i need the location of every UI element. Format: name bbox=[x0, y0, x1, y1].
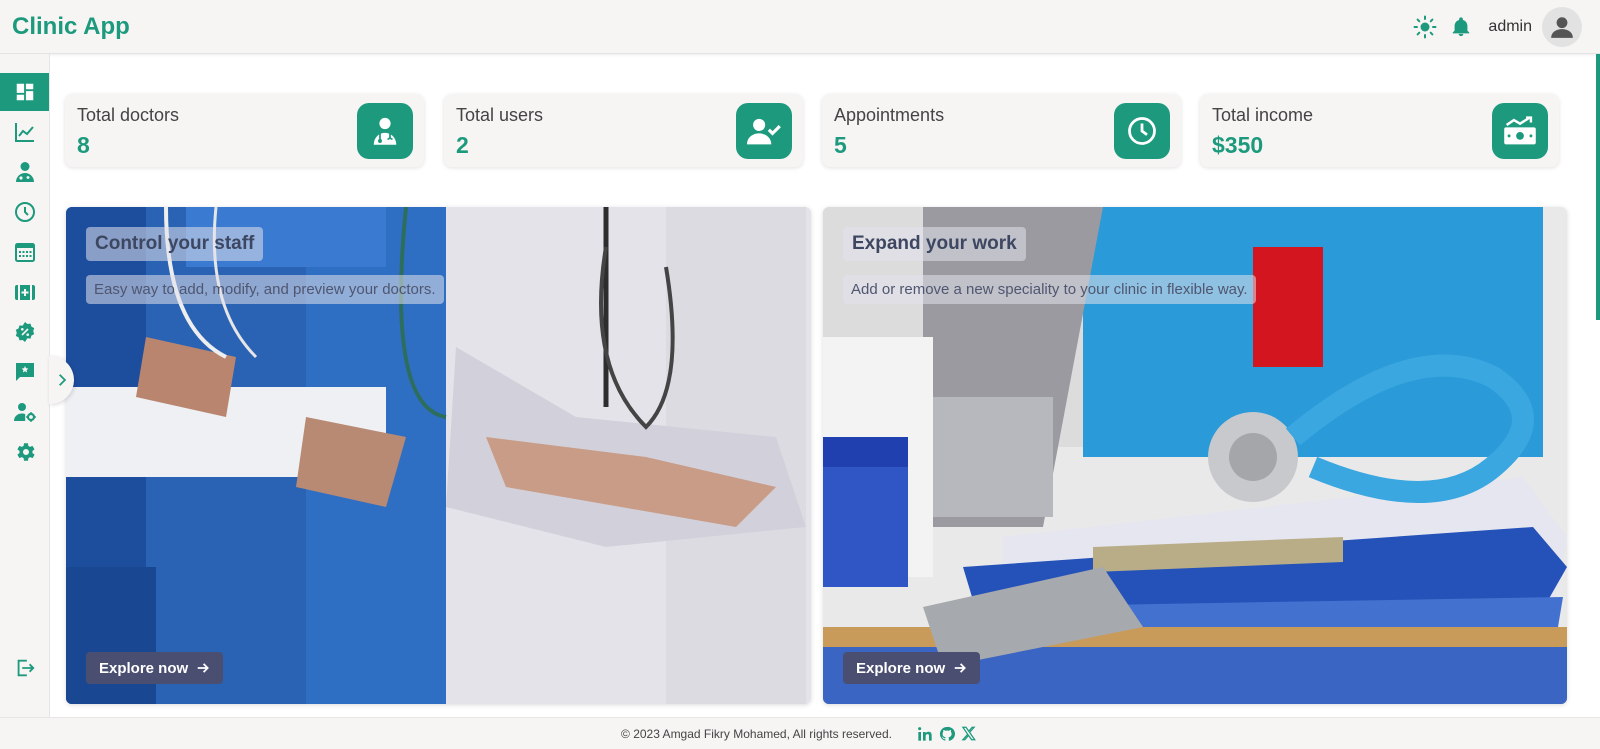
chart-line-icon bbox=[14, 123, 34, 142]
explore-button[interactable]: Explore now bbox=[843, 652, 981, 684]
stat-card-income: Total income $350 bbox=[1200, 94, 1559, 167]
clock-icon bbox=[14, 202, 35, 222]
stat-value: 8 bbox=[77, 132, 90, 158]
sidebar-item-discounts[interactable] bbox=[0, 313, 49, 351]
stat-value: 5 bbox=[834, 132, 847, 158]
money-growth-icon bbox=[1492, 103, 1548, 159]
stat-label: Appointments bbox=[834, 105, 945, 125]
github-icon[interactable] bbox=[939, 726, 955, 742]
explore-button-label: Explore now bbox=[99, 659, 189, 677]
footer: © 2023 Amgad Fikry Mohamed, All rights r… bbox=[0, 717, 1600, 749]
explore-button[interactable]: Explore now bbox=[86, 652, 224, 684]
user-settings-icon bbox=[13, 403, 36, 422]
bell-icon[interactable] bbox=[1448, 14, 1474, 40]
top-bar: Clinic App admin bbox=[0, 0, 1600, 54]
app-title[interactable]: Clinic App bbox=[12, 13, 130, 41]
linkedin-icon[interactable] bbox=[917, 726, 933, 742]
scrollbar[interactable] bbox=[1596, 54, 1600, 320]
banner-subtitle: Add or remove a new speciality to your c… bbox=[843, 275, 1256, 304]
clock-icon bbox=[1114, 103, 1170, 159]
stat-label: Total doctors bbox=[77, 105, 180, 125]
gear-icon bbox=[16, 443, 35, 461]
sidebar-item-statistics[interactable] bbox=[0, 113, 49, 151]
banner-title: Control your staff bbox=[86, 227, 264, 261]
banner-work: Expand your work Add or remove a new spe… bbox=[823, 207, 1567, 704]
stat-card-doctors: Total doctors 8 bbox=[65, 94, 424, 167]
avatar[interactable] bbox=[1542, 7, 1582, 47]
explore-button-label: Explore now bbox=[856, 659, 946, 677]
sidebar-item-calendar[interactable] bbox=[0, 233, 49, 271]
banner-staff: Control your staff Easy way to add, modi… bbox=[66, 207, 811, 704]
medical-kit-icon bbox=[14, 285, 35, 300]
sidebar-item-specialities[interactable] bbox=[0, 273, 49, 311]
user-check-icon bbox=[736, 103, 792, 159]
sidebar-item-feedback[interactable] bbox=[0, 353, 49, 391]
chevron-right-icon bbox=[58, 374, 66, 386]
feedback-icon bbox=[15, 363, 34, 381]
sidebar bbox=[0, 54, 50, 717]
sidebar-item-appointments[interactable] bbox=[0, 193, 49, 231]
stat-label: Total users bbox=[456, 105, 544, 125]
stat-card-users: Total users 2 bbox=[444, 94, 803, 167]
sidebar-item-logout[interactable] bbox=[0, 649, 49, 687]
doctor-icon bbox=[15, 162, 34, 182]
copyright-text: © 2023 Amgad Fikry Mohamed, All rights r… bbox=[621, 726, 892, 741]
doctor-icon bbox=[357, 103, 413, 159]
sidebar-item-doctors[interactable] bbox=[0, 153, 49, 191]
discount-badge-icon bbox=[15, 322, 34, 342]
calendar-icon bbox=[14, 243, 35, 262]
stat-value: 2 bbox=[456, 132, 469, 158]
x-icon[interactable] bbox=[961, 726, 976, 741]
logout-icon bbox=[17, 659, 35, 677]
sidebar-item-settings[interactable] bbox=[0, 433, 49, 471]
stat-value: $350 bbox=[1212, 132, 1264, 158]
stat-label: Total income bbox=[1212, 105, 1314, 125]
arrow-right-icon bbox=[197, 663, 210, 673]
arrow-right-icon bbox=[954, 663, 967, 673]
top-bar-actions: admin bbox=[1412, 6, 1582, 48]
username[interactable]: admin bbox=[1488, 18, 1532, 36]
sidebar-item-dashboard[interactable] bbox=[0, 73, 49, 111]
sidebar-item-users[interactable] bbox=[0, 393, 49, 431]
user-icon bbox=[1551, 17, 1573, 38]
stat-card-appointments: Appointments 5 bbox=[822, 94, 1181, 167]
banner-subtitle: Easy way to add, modify, and preview you… bbox=[86, 275, 444, 304]
dashboard-icon bbox=[16, 83, 33, 101]
banner-title: Expand your work bbox=[843, 227, 1026, 261]
sun-icon[interactable] bbox=[1412, 14, 1438, 40]
